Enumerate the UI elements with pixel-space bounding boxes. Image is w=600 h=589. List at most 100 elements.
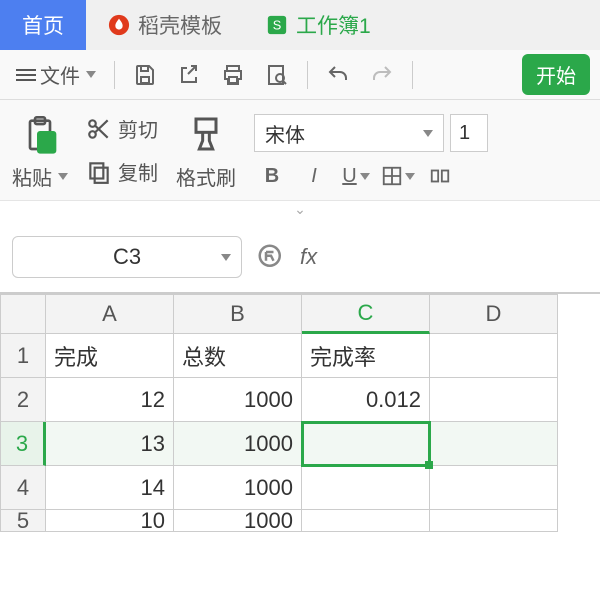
ribbon-collapse-handle[interactable]: ⌄ [0, 201, 600, 222]
cell-B1[interactable]: 总数 [174, 334, 302, 378]
cell-C1[interactable]: 完成率 [302, 334, 430, 378]
row-4: 4 14 1000 [0, 466, 600, 510]
cell-A5[interactable]: 10 [46, 510, 174, 532]
clipboard-icon[interactable] [20, 114, 60, 154]
fx-label[interactable]: fx [300, 244, 317, 270]
document-tabs: 首页 稻壳模板 S 工作簿1 [0, 0, 600, 50]
row-header-3[interactable]: 3 [0, 422, 46, 466]
bold-label: B [265, 165, 279, 188]
merge-icon [429, 165, 451, 187]
preview-icon [265, 63, 289, 87]
col-header-C[interactable]: C [302, 294, 430, 334]
formula-bar: C3 fx [0, 222, 600, 294]
quick-toolbar: 文件 开始 [0, 50, 600, 100]
bold-button[interactable]: B [254, 160, 290, 192]
underline-button[interactable]: U [338, 160, 374, 192]
copy-label: 复制 [118, 157, 158, 186]
chevron-down-icon [58, 173, 68, 180]
start-tab-button[interactable]: 开始 [522, 54, 590, 95]
svg-text:S: S [273, 18, 282, 33]
font-size-value: 1 [459, 122, 470, 145]
tab-template-label: 稻壳模板 [138, 10, 222, 40]
tab-home[interactable]: 首页 [0, 0, 86, 50]
borders-button[interactable] [380, 160, 416, 192]
cell-C5[interactable] [302, 510, 430, 532]
cell-A3[interactable]: 13 [46, 422, 174, 466]
export-button[interactable] [171, 59, 207, 91]
export-icon [177, 63, 201, 87]
col-header-B[interactable]: B [174, 294, 302, 334]
cell-C4[interactable] [302, 466, 430, 510]
italic-button[interactable]: I [296, 160, 332, 192]
underline-label: U [342, 165, 356, 188]
row-header-5[interactable]: 5 [0, 510, 46, 532]
row-header-4[interactable]: 4 [0, 466, 46, 510]
cell-D1[interactable] [430, 334, 558, 378]
name-box[interactable]: C3 [12, 236, 242, 278]
select-all-corner[interactable] [0, 294, 46, 334]
file-menu[interactable]: 文件 [10, 56, 102, 93]
column-headers: A B C D [0, 294, 600, 334]
chevron-down-icon [405, 173, 415, 180]
cell-A4[interactable]: 14 [46, 466, 174, 510]
format-painter-label: 格式刷 [176, 162, 236, 191]
file-label: 文件 [40, 60, 80, 89]
copy-button[interactable]: 复制 [86, 157, 158, 186]
redo-icon [370, 63, 394, 87]
tab-home-label: 首页 [22, 10, 64, 40]
undo-icon [326, 63, 350, 87]
chevron-down-icon [423, 130, 433, 137]
undo-button[interactable] [320, 59, 356, 91]
save-button[interactable] [127, 59, 163, 91]
cell-B5[interactable]: 1000 [174, 510, 302, 532]
clipboard-group: 剪切 复制 [86, 114, 158, 186]
format-painter-button[interactable]: 格式刷 [176, 162, 236, 191]
print-button[interactable] [215, 59, 251, 91]
row-1: 1 完成 总数 完成率 [0, 334, 600, 378]
flame-icon [108, 14, 130, 36]
scissors-icon [86, 116, 112, 142]
separator [307, 61, 308, 89]
cell-C3[interactable] [302, 422, 430, 466]
redo-button[interactable] [364, 59, 400, 91]
tab-template[interactable]: 稻壳模板 [86, 0, 244, 50]
cell-B3[interactable]: 1000 [174, 422, 302, 466]
cell-A1[interactable]: 完成 [46, 334, 174, 378]
cell-B2[interactable]: 1000 [174, 378, 302, 422]
font-name-select[interactable]: 宋体 [254, 114, 444, 152]
italic-label: I [311, 165, 317, 188]
font-name-value: 宋体 [265, 119, 305, 148]
tab-workbook[interactable]: S 工作簿1 [244, 0, 393, 50]
cell-D4[interactable] [430, 466, 558, 510]
paste-group: 粘贴 [12, 114, 68, 191]
font-group: 宋体 1 B I U [254, 114, 588, 192]
cell-D5[interactable] [430, 510, 558, 532]
chevron-down-icon [360, 173, 370, 180]
cell-B4[interactable]: 1000 [174, 466, 302, 510]
borders-icon [381, 165, 403, 187]
tab-workbook-label: 工作簿1 [296, 10, 371, 40]
menu-icon [16, 66, 36, 84]
row-header-2[interactable]: 2 [0, 378, 46, 422]
cell-D2[interactable] [430, 378, 558, 422]
row-5: 5 10 1000 [0, 510, 600, 532]
brush-icon[interactable] [186, 114, 226, 154]
spreadsheet: A B C D 1 完成 总数 完成率 2 12 1000 0.012 3 13… [0, 294, 600, 532]
col-header-A[interactable]: A [46, 294, 174, 334]
trademark-icon[interactable] [256, 242, 286, 272]
start-label: 开始 [536, 66, 576, 88]
row-3: 3 13 1000 [0, 422, 600, 466]
separator [412, 61, 413, 89]
col-header-D[interactable]: D [430, 294, 558, 334]
cut-button[interactable]: 剪切 [86, 114, 158, 143]
row-header-1[interactable]: 1 [0, 334, 46, 378]
copy-icon [86, 159, 112, 185]
font-size-select[interactable]: 1 [450, 114, 488, 152]
preview-button[interactable] [259, 59, 295, 91]
paste-button[interactable]: 粘贴 [12, 162, 68, 191]
merge-button[interactable] [422, 160, 458, 192]
cell-A2[interactable]: 12 [46, 378, 174, 422]
cell-D3[interactable] [430, 422, 558, 466]
spreadsheet-icon: S [266, 14, 288, 36]
cell-C2[interactable]: 0.012 [302, 378, 430, 422]
